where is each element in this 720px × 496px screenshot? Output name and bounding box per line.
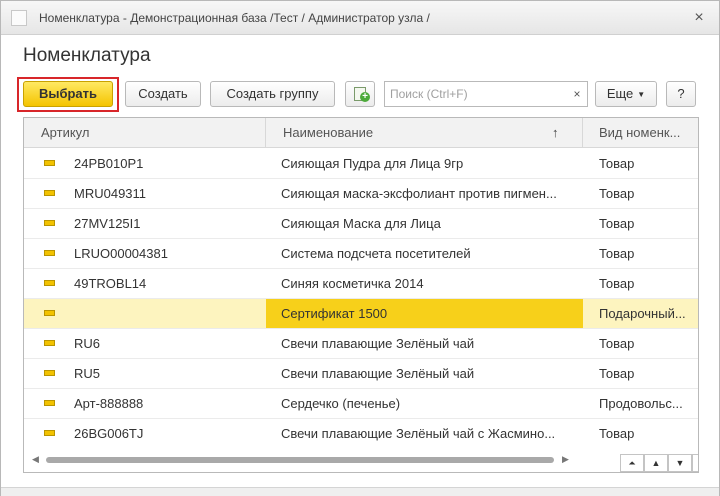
column-header-name[interactable]: Наименование ↑	[266, 118, 583, 148]
close-icon[interactable]: ×	[691, 10, 707, 26]
clear-search-icon[interactable]: ×	[569, 86, 585, 102]
cell-kind: Товар	[599, 366, 635, 381]
item-icon	[44, 220, 55, 226]
table-row[interactable]: Арт-888888 Сердечко (печенье) Продовольс…	[24, 389, 698, 419]
table-row[interactable]: LRUO00004381 Система подсчета посетителе…	[24, 239, 698, 269]
item-icon	[44, 280, 55, 286]
column-header-kind[interactable]: Вид номенк...	[583, 118, 698, 148]
cell-article: Арт-888888	[74, 396, 144, 411]
scroll-right-icon[interactable]: ▶	[562, 454, 569, 465]
more-menu-label: Еще	[606, 86, 634, 101]
cell-article: 27MV125I1	[74, 216, 141, 231]
item-icon	[44, 370, 55, 376]
more-menu-button[interactable]: Еще ▼	[595, 81, 657, 107]
window-titlebar: Номенклатура - Демонстрационная база /Те…	[1, 1, 719, 35]
table-row-selected[interactable]: Сертификат 1500 Подарочный...	[24, 299, 698, 329]
cell-name: Сертификат 1500	[266, 299, 583, 328]
scrollbar-thumb[interactable]	[46, 457, 554, 463]
table-row[interactable]: MRU049311 Сияющая маска-эксфолиант проти…	[24, 179, 698, 209]
cell-article: 26BG006TJ	[74, 426, 144, 441]
scroll-left-icon[interactable]: ◀	[32, 454, 39, 465]
help-button[interactable]: ?	[666, 81, 696, 107]
catalog-window: Номенклатура - Демонстрационная база /Те…	[0, 0, 720, 496]
sort-ascending-icon: ↑	[552, 125, 559, 140]
cell-kind: Товар	[599, 336, 635, 351]
catalog-table[interactable]: Артикул Наименование ↑ Вид номенк... 24P…	[23, 117, 699, 473]
cell-name: Сияющая маска-эксфолиант против пигмен..…	[281, 186, 557, 201]
table-row[interactable]: 27MV125I1 Сияющая Маска для Лица Товар	[24, 209, 698, 239]
table-header: Артикул Наименование ↑ Вид номенк...	[24, 118, 698, 148]
cell-name: Свечи плавающие Зелёный чай	[281, 336, 475, 351]
window-title: Номенклатура - Демонстрационная база /Те…	[39, 11, 430, 25]
cell-name: Сияющая Маска для Лица	[281, 216, 441, 231]
item-icon	[44, 160, 55, 166]
create-group-button[interactable]: Создать группу	[210, 81, 335, 107]
cell-kind: Подарочный...	[599, 306, 686, 321]
page-title: Номенклатура	[23, 45, 151, 66]
item-icon	[44, 430, 55, 436]
item-icon	[44, 250, 55, 256]
chevron-down-icon: ▼	[637, 89, 646, 99]
column-header-article[interactable]: Артикул	[24, 118, 266, 148]
cell-name: Свечи плавающие Зелёный чай	[281, 366, 475, 381]
table-row[interactable]: RU5 Свечи плавающие Зелёный чай Товар	[24, 359, 698, 389]
go-next-button[interactable]: ▼	[668, 454, 692, 472]
table-row[interactable]: RU6 Свечи плавающие Зелёный чай Товар	[24, 329, 698, 359]
go-last-button[interactable]: ⏷	[692, 454, 698, 472]
cell-name: Синяя косметичка 2014	[281, 276, 424, 291]
item-icon	[44, 190, 55, 196]
go-first-button[interactable]: ⏶	[620, 454, 644, 472]
cell-article: MRU049311	[74, 186, 147, 201]
cell-article: RU6	[74, 336, 101, 351]
cell-kind: Продовольс...	[599, 396, 683, 411]
table-body: 24PB010P1 Сияющая Пудра для Лица 9гр Тов…	[24, 149, 698, 449]
table-row[interactable]: 24PB010P1 Сияющая Пудра для Лица 9гр Тов…	[24, 149, 698, 179]
search-input[interactable]	[385, 82, 565, 106]
table-row[interactable]: 49TROBL14 Синяя косметичка 2014 Товар	[24, 269, 698, 299]
cell-article: 24PB010P1	[74, 156, 144, 171]
cell-kind: Товар	[599, 156, 635, 171]
go-previous-button[interactable]: ▲	[644, 454, 668, 472]
horizontal-scrollbar[interactable]: ◀ ▶	[24, 448, 698, 472]
create-button[interactable]: Создать	[125, 81, 201, 107]
cell-kind: Товар	[599, 216, 635, 231]
item-icon	[44, 310, 55, 316]
cell-kind: Товар	[599, 246, 635, 261]
cell-article: RU5	[74, 366, 101, 381]
cell-name: Система подсчета посетителей	[281, 246, 471, 261]
search-field[interactable]: ×	[384, 81, 588, 107]
cell-name: Сердечко (печенье)	[281, 396, 401, 411]
cell-kind: Товар	[599, 426, 635, 441]
cell-kind: Товар	[599, 276, 635, 291]
cell-article	[74, 299, 264, 328]
cell-article: LRUO00004381	[74, 246, 168, 261]
table-row[interactable]: 26BG006TJ Свечи плавающие Зелёный чай с …	[24, 419, 698, 449]
copy-item-button[interactable]: +	[345, 81, 375, 107]
column-header-name-label: Наименование	[283, 125, 374, 140]
cell-article: 49TROBL14	[74, 276, 147, 291]
window-bottom-strip	[1, 487, 719, 496]
cell-name: Сияющая Пудра для Лица 9гр	[281, 156, 464, 171]
cell-kind: Товар	[599, 186, 635, 201]
cell-name: Свечи плавающие Зелёный чай с Жасмино...	[281, 426, 556, 441]
app-icon	[11, 10, 27, 26]
add-icon: +	[360, 92, 370, 102]
item-icon	[44, 400, 55, 406]
select-button[interactable]: Выбрать	[23, 81, 113, 107]
item-icon	[44, 340, 55, 346]
